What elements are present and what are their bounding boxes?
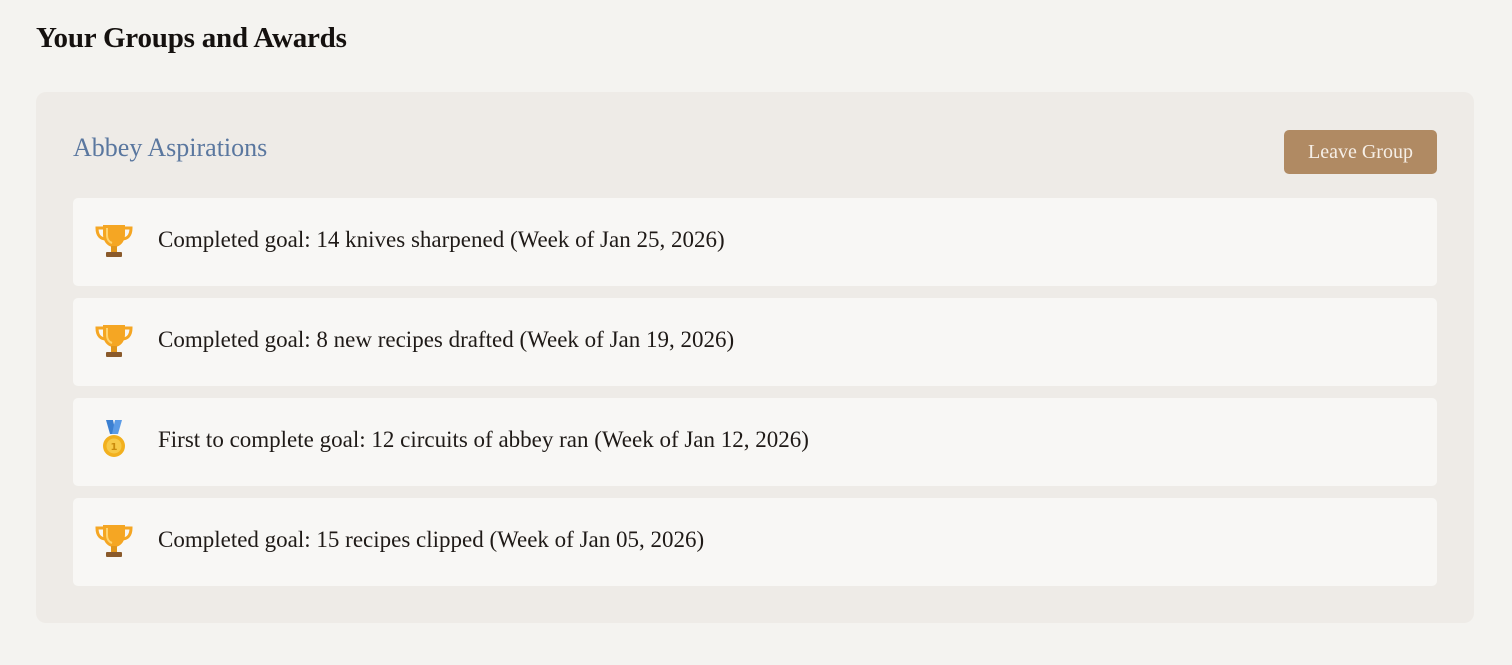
award-item: 1 First to complete goal: 12 circuits of… bbox=[73, 398, 1437, 486]
group-name: Abbey Aspirations bbox=[73, 133, 268, 162]
trophy-icon bbox=[93, 318, 135, 360]
award-text: First to complete goal: 12 circuits of a… bbox=[158, 427, 809, 452]
group-card: Abbey Aspirations Leave Group Completed … bbox=[36, 92, 1474, 623]
group-header: Abbey Aspirations Leave Group bbox=[73, 130, 1437, 174]
page-title: Your Groups and Awards bbox=[36, 22, 347, 54]
award-text: Completed goal: 8 new recipes drafted (W… bbox=[158, 327, 735, 352]
trophy-icon bbox=[93, 518, 135, 560]
awards-list: Completed goal: 14 knives sharpened (Wee… bbox=[73, 198, 1437, 598]
award-item: Completed goal: 15 recipes clipped (Week… bbox=[73, 498, 1437, 586]
award-item: Completed goal: 14 knives sharpened (Wee… bbox=[73, 198, 1437, 286]
svg-text:1: 1 bbox=[111, 442, 118, 453]
award-text: Completed goal: 15 recipes clipped (Week… bbox=[158, 527, 705, 552]
award-item: Completed goal: 8 new recipes drafted (W… bbox=[73, 298, 1437, 386]
page: Your Groups and Awards Abbey Aspirations… bbox=[0, 0, 1512, 665]
award-text: Completed goal: 14 knives sharpened (Wee… bbox=[158, 227, 725, 252]
trophy-icon bbox=[93, 218, 135, 260]
medal-icon: 1 bbox=[93, 418, 135, 460]
leave-group-button[interactable]: Leave Group bbox=[1284, 130, 1437, 174]
